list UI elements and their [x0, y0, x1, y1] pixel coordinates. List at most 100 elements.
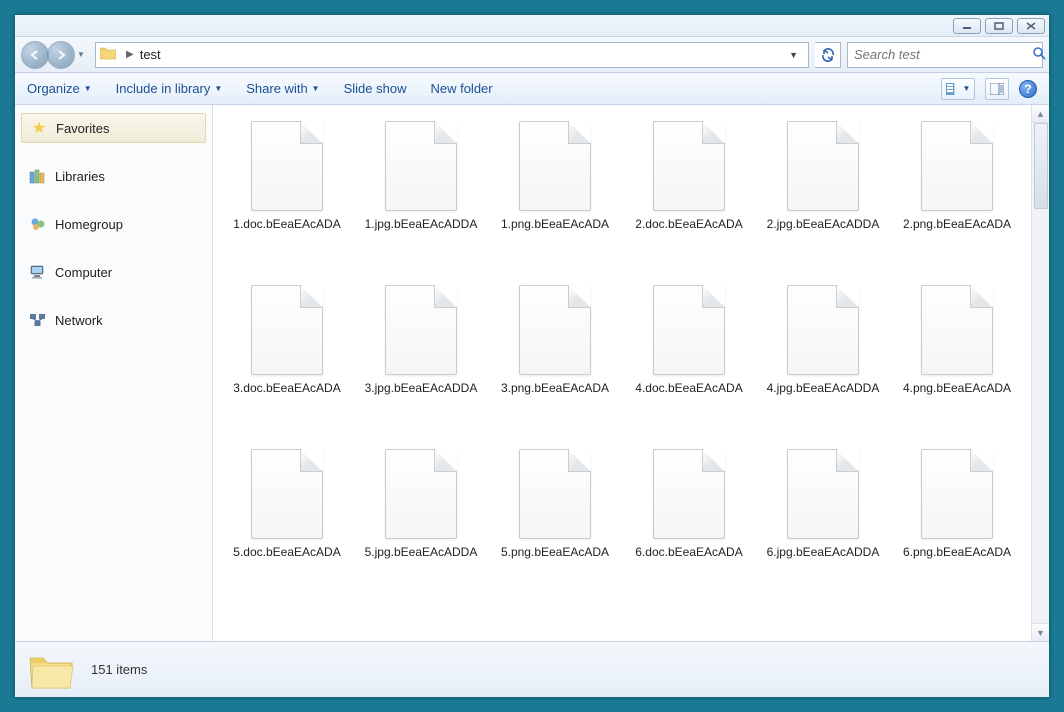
file-icon	[519, 449, 591, 539]
file-icon	[519, 121, 591, 211]
file-icon	[385, 449, 457, 539]
sidebar-label: Favorites	[56, 121, 109, 136]
file-item[interactable]: 2.png.bEeaEAcADA	[891, 117, 1023, 277]
sidebar-item-homegroup[interactable]: Homegroup	[15, 209, 212, 239]
scroll-down-button[interactable]: ▼	[1032, 623, 1049, 641]
search-icon[interactable]	[1032, 46, 1046, 63]
file-item[interactable]: 3.doc.bEeaEAcADA	[221, 281, 353, 441]
computer-icon	[29, 263, 47, 281]
back-button[interactable]	[21, 41, 49, 69]
forward-button[interactable]	[47, 41, 75, 69]
slideshow-button[interactable]: Slide show	[344, 81, 407, 96]
file-name: 1.jpg.bEeaEAcADDA	[365, 217, 478, 232]
file-item[interactable]: 4.jpg.bEeaEAcADDA	[757, 281, 889, 441]
file-item[interactable]: 5.jpg.bEeaEAcADDA	[355, 445, 487, 605]
file-item[interactable]: 5.png.bEeaEAcADA	[489, 445, 621, 605]
sidebar-item-network[interactable]: Network	[15, 305, 212, 335]
nav-buttons: ▼	[21, 41, 89, 69]
file-grid[interactable]: 1.doc.bEeaEAcADA 1.jpg.bEeaEAcADDA 1.png.b…	[213, 105, 1031, 641]
file-name: 3.doc.bEeaEAcADA	[233, 381, 340, 396]
file-icon	[921, 285, 993, 375]
file-icon	[251, 285, 323, 375]
vertical-scrollbar[interactable]: ▲ ▼	[1031, 105, 1049, 641]
file-icon	[251, 449, 323, 539]
folder-large-icon	[27, 648, 75, 692]
file-item[interactable]: 1.doc.bEeaEAcADA	[221, 117, 353, 277]
file-item[interactable]: 1.png.bEeaEAcADA	[489, 117, 621, 277]
content-area: 1.doc.bEeaEAcADA 1.jpg.bEeaEAcADDA 1.png.b…	[213, 105, 1049, 641]
maximize-button[interactable]	[985, 18, 1013, 34]
file-icon	[653, 449, 725, 539]
file-item[interactable]: 4.doc.bEeaEAcADA	[623, 281, 755, 441]
minimize-button[interactable]	[953, 18, 981, 34]
file-item[interactable]: 1.jpg.bEeaEAcADDA	[355, 117, 487, 277]
file-item[interactable]: 6.jpg.bEeaEAcADDA	[757, 445, 889, 605]
file-item[interactable]: 6.png.bEeaEAcADA	[891, 445, 1023, 605]
file-name: 6.jpg.bEeaEAcADDA	[767, 545, 880, 560]
file-icon	[653, 121, 725, 211]
sidebar-label: Homegroup	[55, 217, 123, 232]
file-icon	[921, 121, 993, 211]
file-item[interactable]: 2.jpg.bEeaEAcADDA	[757, 117, 889, 277]
close-button[interactable]	[1017, 18, 1045, 34]
slideshow-label: Slide show	[344, 81, 407, 96]
sidebar-label: Computer	[55, 265, 112, 280]
file-item[interactable]: 2.doc.bEeaEAcADA	[623, 117, 755, 277]
star-icon: ★	[30, 119, 48, 137]
file-icon	[653, 285, 725, 375]
file-item[interactable]: 6.doc.bEeaEAcADA	[623, 445, 755, 605]
status-bar: 151 items	[15, 641, 1049, 697]
breadcrumb-chevron-icon: ▶	[126, 49, 134, 60]
sidebar-label: Network	[55, 313, 103, 328]
nav-history-dropdown[interactable]: ▼	[77, 50, 89, 59]
refresh-button[interactable]	[815, 42, 841, 68]
file-name: 3.jpg.bEeaEAcADDA	[365, 381, 478, 396]
file-name: 2.doc.bEeaEAcADA	[635, 217, 742, 232]
view-options-button[interactable]: ▼	[941, 78, 975, 100]
organize-menu[interactable]: Organize▼	[27, 81, 92, 96]
scroll-thumb[interactable]	[1034, 123, 1048, 209]
help-button[interactable]: ?	[1019, 80, 1037, 98]
breadcrumb[interactable]: ▶ test ▼	[95, 42, 809, 68]
file-name: 1.png.bEeaEAcADA	[501, 217, 609, 232]
file-item[interactable]: 3.jpg.bEeaEAcADDA	[355, 281, 487, 441]
file-name: 5.doc.bEeaEAcADA	[233, 545, 340, 560]
libraries-icon	[29, 167, 47, 185]
breadcrumb-dropdown-icon[interactable]: ▼	[783, 50, 804, 60]
include-label: Include in library	[116, 81, 211, 96]
preview-pane-button[interactable]	[985, 78, 1009, 100]
search-box[interactable]	[847, 42, 1043, 68]
file-name: 6.png.bEeaEAcADA	[903, 545, 1011, 560]
sidebar-item-favorites[interactable]: ★ Favorites	[21, 113, 206, 143]
file-item[interactable]: 5.doc.bEeaEAcADA	[221, 445, 353, 605]
share-label: Share with	[246, 81, 307, 96]
file-name: 4.png.bEeaEAcADA	[903, 381, 1011, 396]
toolbar: Organize▼ Include in library▼ Share with…	[15, 73, 1049, 105]
file-icon	[385, 285, 457, 375]
file-name: 1.doc.bEeaEAcADA	[233, 217, 340, 232]
newfolder-label: New folder	[430, 81, 492, 96]
organize-label: Organize	[27, 81, 80, 96]
file-icon	[921, 449, 993, 539]
address-bar: ▼ ▶ test ▼	[15, 37, 1049, 73]
sidebar-item-computer[interactable]: Computer	[15, 257, 212, 287]
file-icon	[787, 449, 859, 539]
file-item[interactable]: 3.png.bEeaEAcADA	[489, 281, 621, 441]
breadcrumb-location[interactable]: test	[140, 47, 161, 62]
include-in-library-menu[interactable]: Include in library▼	[116, 81, 223, 96]
file-name: 4.jpg.bEeaEAcADDA	[767, 381, 880, 396]
file-name: 2.jpg.bEeaEAcADDA	[767, 217, 880, 232]
file-name: 5.jpg.bEeaEAcADDA	[365, 545, 478, 560]
new-folder-button[interactable]: New folder	[430, 81, 492, 96]
file-name: 5.png.bEeaEAcADA	[501, 545, 609, 560]
titlebar	[15, 15, 1049, 37]
file-name: 2.png.bEeaEAcADA	[903, 217, 1011, 232]
file-item[interactable]: 4.png.bEeaEAcADA	[891, 281, 1023, 441]
search-input[interactable]	[854, 47, 1032, 62]
sidebar-label: Libraries	[55, 169, 105, 184]
scroll-up-button[interactable]: ▲	[1032, 105, 1049, 123]
homegroup-icon	[29, 215, 47, 233]
sidebar-item-libraries[interactable]: Libraries	[15, 161, 212, 191]
share-with-menu[interactable]: Share with▼	[246, 81, 319, 96]
file-icon	[787, 121, 859, 211]
